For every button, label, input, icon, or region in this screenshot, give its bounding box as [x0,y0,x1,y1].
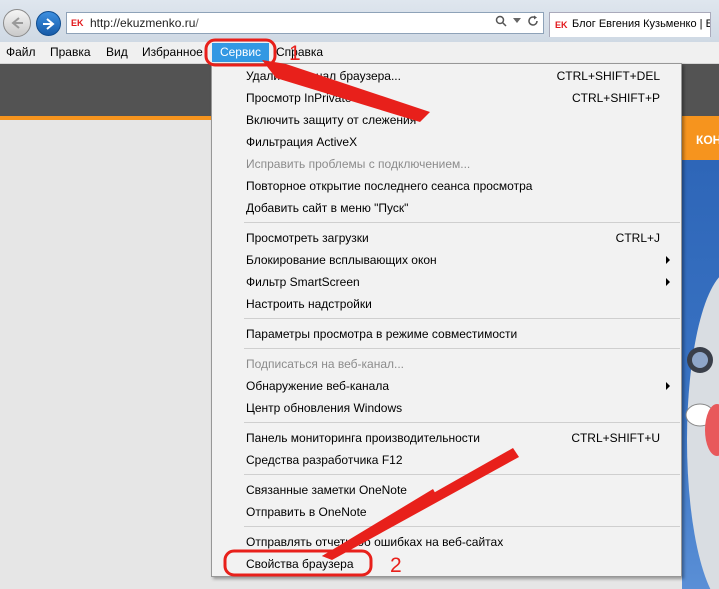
menu-item-shortcut: CTRL+SHIFT+P [571,91,660,105]
search-icon[interactable] [495,15,507,27]
menu-item-label: Удалить журнал браузера... [246,69,401,83]
arrow-left-icon [11,17,23,29]
menu-favorites[interactable]: Избранное [142,45,203,59]
back-button[interactable] [3,9,31,37]
tools-dropdown-menu: Удалить журнал браузера... CTRL+SHIFT+DEL… [211,63,682,577]
menu-item-performance-dashboard[interactable]: Панель мониторинга производительности CTR… [246,431,676,445]
refresh-icon[interactable] [527,15,539,27]
menu-separator [244,318,680,319]
menu-item-label: Обнаружение веб-канала [246,379,390,393]
menu-item-label: Фильтр SmartScreen [246,275,360,289]
browser-tab[interactable]: EK Блог Евгения Кузьменко | Бл [549,12,711,37]
menu-item-label: Добавить сайт в меню "Пуск" [246,201,409,215]
chevron-down-icon[interactable] [513,18,521,24]
menu-item-delete-history[interactable]: Удалить журнал браузера... CTRL+SHIFT+DEL [246,69,676,83]
submenu-arrow-icon [666,256,670,264]
menu-item-popup-blocker[interactable]: Блокирование всплывающих окон [246,253,676,267]
menu-item-shortcut: CTRL+J [615,231,660,245]
arrow-right-icon [42,17,55,30]
menu-item-onenote-linked-notes[interactable]: Связанные заметки OneNote [246,483,676,497]
menu-item-shortcut: CTRL+SHIFT+U [571,431,660,445]
site-nav-tab[interactable]: КОН [682,120,719,160]
menu-tools[interactable]: Сервис [212,43,269,62]
menu-item-label: Блокирование всплывающих окон [246,253,437,267]
menu-item-label: Средства разработчика F12 [246,453,403,467]
menu-item-reopen-session[interactable]: Повторное открытие последнего сеанса про… [246,179,676,193]
menu-item-label: Панель мониторинга производительности [246,431,480,445]
menu-item-send-to-onenote[interactable]: Отправить в OneNote [246,505,676,519]
menu-item-label: Связанные заметки OneNote [246,483,407,497]
menu-item-label: Просмотреть загрузки [246,231,369,245]
menu-item-windows-update[interactable]: Центр обновления Windows [246,401,676,415]
menu-item-label: Фильтрация ActiveX [246,135,358,149]
menu-item-fix-connection: Исправить проблемы с подключением... [246,157,676,171]
menu-edit[interactable]: Правка [50,45,91,59]
menu-item-shortcut: CTRL+SHIFT+DEL [556,69,660,83]
menu-view[interactable]: Вид [106,45,128,59]
tab-title: Блог Евгения Кузьменко | Бл [572,18,710,30]
menu-item-label: Исправить проблемы с подключением... [246,157,471,171]
menu-item-label: Отправить в OneNote [246,505,367,519]
browser-toolbar: EK http://ekuzmenko.ru/ EK Блог Евгения … [0,0,719,42]
menu-item-feed-discovery[interactable]: Обнаружение веб-канала [246,379,676,393]
menu-item-activex-filtering[interactable]: Фильтрация ActiveX [246,135,676,149]
rocket-illustration [685,277,719,589]
menu-item-inprivate[interactable]: Просмотр InPrivate CTRL+SHIFT+P [246,91,676,105]
menu-item-label: Параметры просмотра в режиме совместимос… [246,327,518,341]
menu-bar: Файл Правка Вид Избранное Сервис Справка [0,42,719,64]
site-favicon: EK [71,17,85,29]
menu-item-label: Настроить надстройки [246,297,372,311]
submenu-arrow-icon [666,278,670,286]
address-bar[interactable]: EK http://ekuzmenko.ru/ [66,12,544,34]
url-text[interactable]: http://ekuzmenko.ru/ [90,16,199,30]
url-path: / [195,16,199,30]
menu-separator [244,474,680,475]
menu-separator [244,222,680,223]
menu-item-view-downloads[interactable]: Просмотреть загрузки CTRL+J [246,231,676,245]
menu-item-label: Центр обновления Windows [246,401,403,415]
url-host: http://ekuzmenko.ru [90,16,196,30]
menu-item-tracking-protection[interactable]: Включить защиту от слежения [246,113,676,127]
menu-item-manage-addons[interactable]: Настроить надстройки [246,297,676,311]
menu-item-smartscreen[interactable]: Фильтр SmartScreen [246,275,676,289]
step-number-1: 1 [289,42,301,65]
menu-separator [244,422,680,423]
menu-item-internet-options[interactable]: Свойства браузера [246,557,676,571]
menu-separator [244,526,680,527]
menu-item-developer-tools[interactable]: Средства разработчика F12 [246,453,676,467]
menu-item-add-to-start[interactable]: Добавить сайт в меню "Пуск" [246,201,676,215]
menu-file[interactable]: Файл [6,45,36,59]
submenu-arrow-icon [666,382,670,390]
site-banner-image [682,160,719,589]
step-number-2: 2 [390,554,402,577]
menu-item-label: Отправлять отчеты об ошибках на веб-сайт… [246,535,504,549]
menu-item-subscribe-feed: Подписаться на веб-канал... [246,357,676,371]
menu-item-label: Подписаться на веб-канал... [246,357,405,371]
menu-item-label: Включить защиту от слежения [246,113,417,127]
menu-item-label: Повторное открытие последнего сеанса про… [246,179,533,193]
menu-separator [244,348,680,349]
menu-item-label: Просмотр InPrivate [246,91,352,105]
menu-item-report-website-problems[interactable]: Отправлять отчеты об ошибках на веб-сайт… [246,535,676,549]
menu-item-label: Свойства браузера [246,557,354,571]
forward-button[interactable] [36,11,61,36]
menu-item-compatibility-view[interactable]: Параметры просмотра в режиме совместимос… [246,327,676,341]
tab-favicon: EK [555,19,569,31]
